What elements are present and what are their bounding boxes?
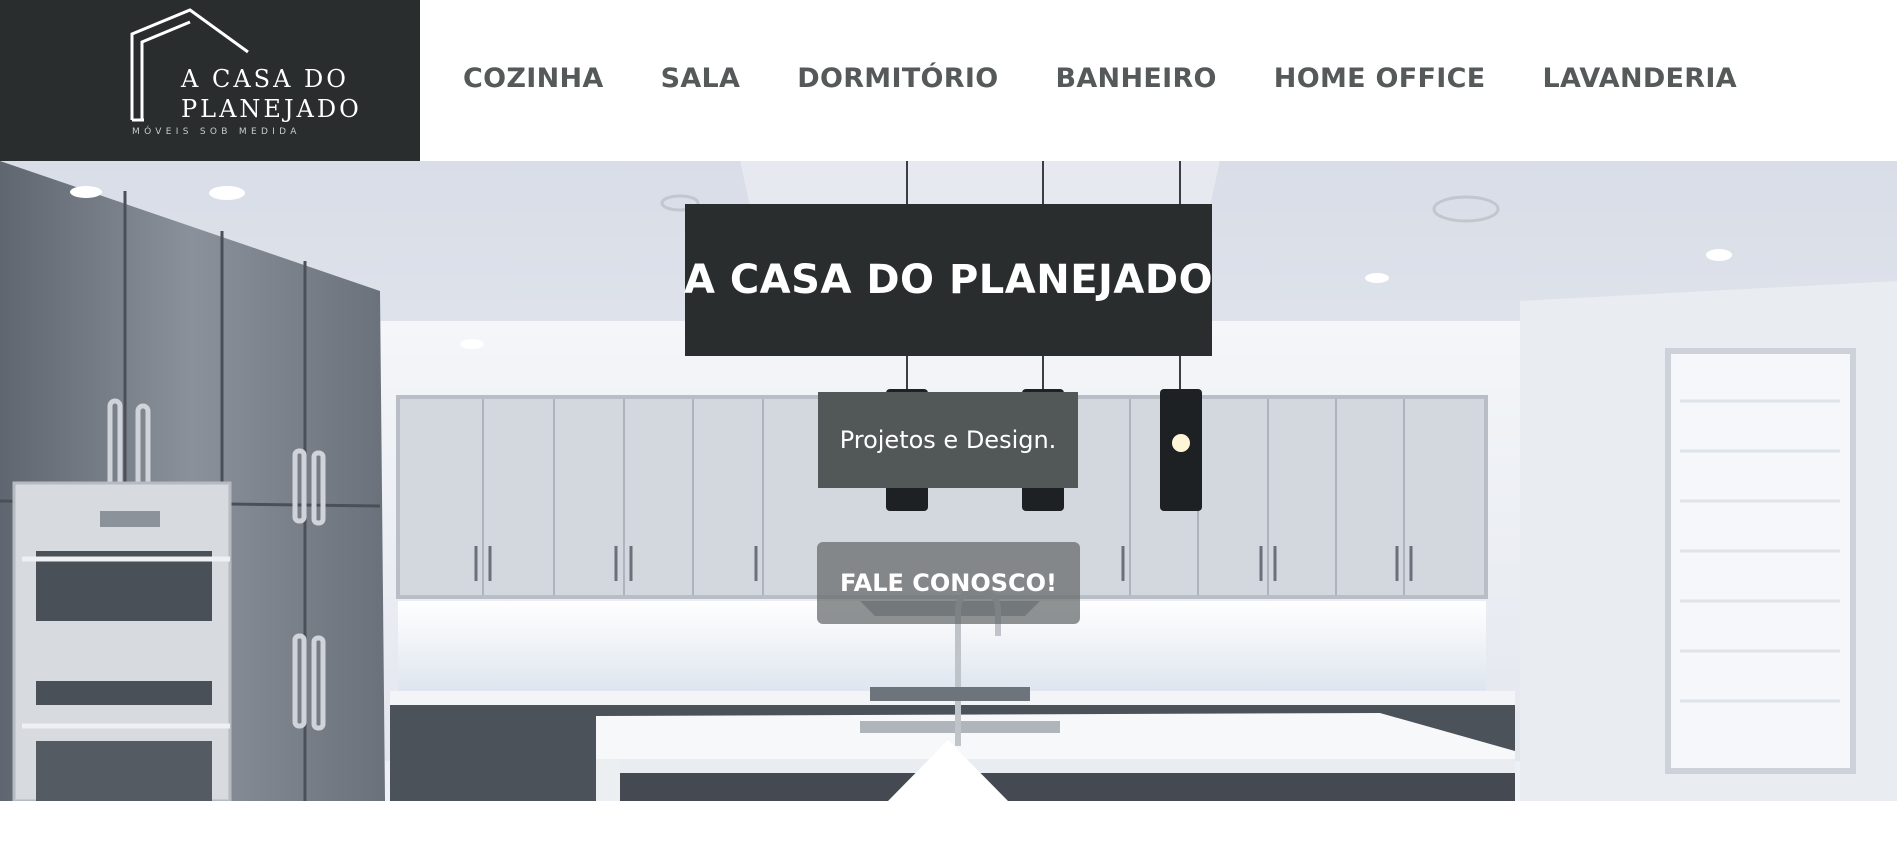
hero-title: A CASA DO PLANEJADO — [683, 257, 1214, 303]
hero-subtitle: Projetos e Design. — [839, 426, 1057, 454]
nav-item-cozinha[interactable]: COZINHA — [463, 63, 604, 94]
nav-item-sala[interactable]: SALA — [661, 63, 741, 94]
nav-item-dormitorio[interactable]: DORMITÓRIO — [797, 63, 998, 94]
contact-us-button[interactable]: FALE CONOSCO! — [817, 542, 1080, 624]
logo-text-line1: A CASA DO — [181, 65, 349, 93]
hero-subtitle-box: Projetos e Design. — [818, 392, 1078, 488]
main-nav: COZINHA SALA DORMITÓRIO BANHEIRO HOME OF… — [463, 0, 1794, 156]
logo-text-line2: PLANEJADO — [181, 95, 362, 123]
nav-item-lavanderia[interactable]: LAVANDERIA — [1543, 63, 1737, 94]
logo[interactable]: A CASA DO PLANEJADO MÓVEIS SOB MEDIDA — [0, 0, 420, 161]
hero-title-box: A CASA DO PLANEJADO — [683, 204, 1214, 356]
logo-tagline: MÓVEIS SOB MEDIDA — [132, 127, 301, 137]
nav-item-home-office[interactable]: HOME OFFICE — [1274, 63, 1486, 94]
scroll-down-arrow-icon[interactable] — [888, 740, 1008, 801]
contact-us-label: FALE CONOSCO! — [839, 569, 1057, 597]
site-header: A CASA DO PLANEJADO MÓVEIS SOB MEDIDA CO… — [0, 0, 1897, 161]
nav-item-banheiro[interactable]: BANHEIRO — [1055, 63, 1216, 94]
